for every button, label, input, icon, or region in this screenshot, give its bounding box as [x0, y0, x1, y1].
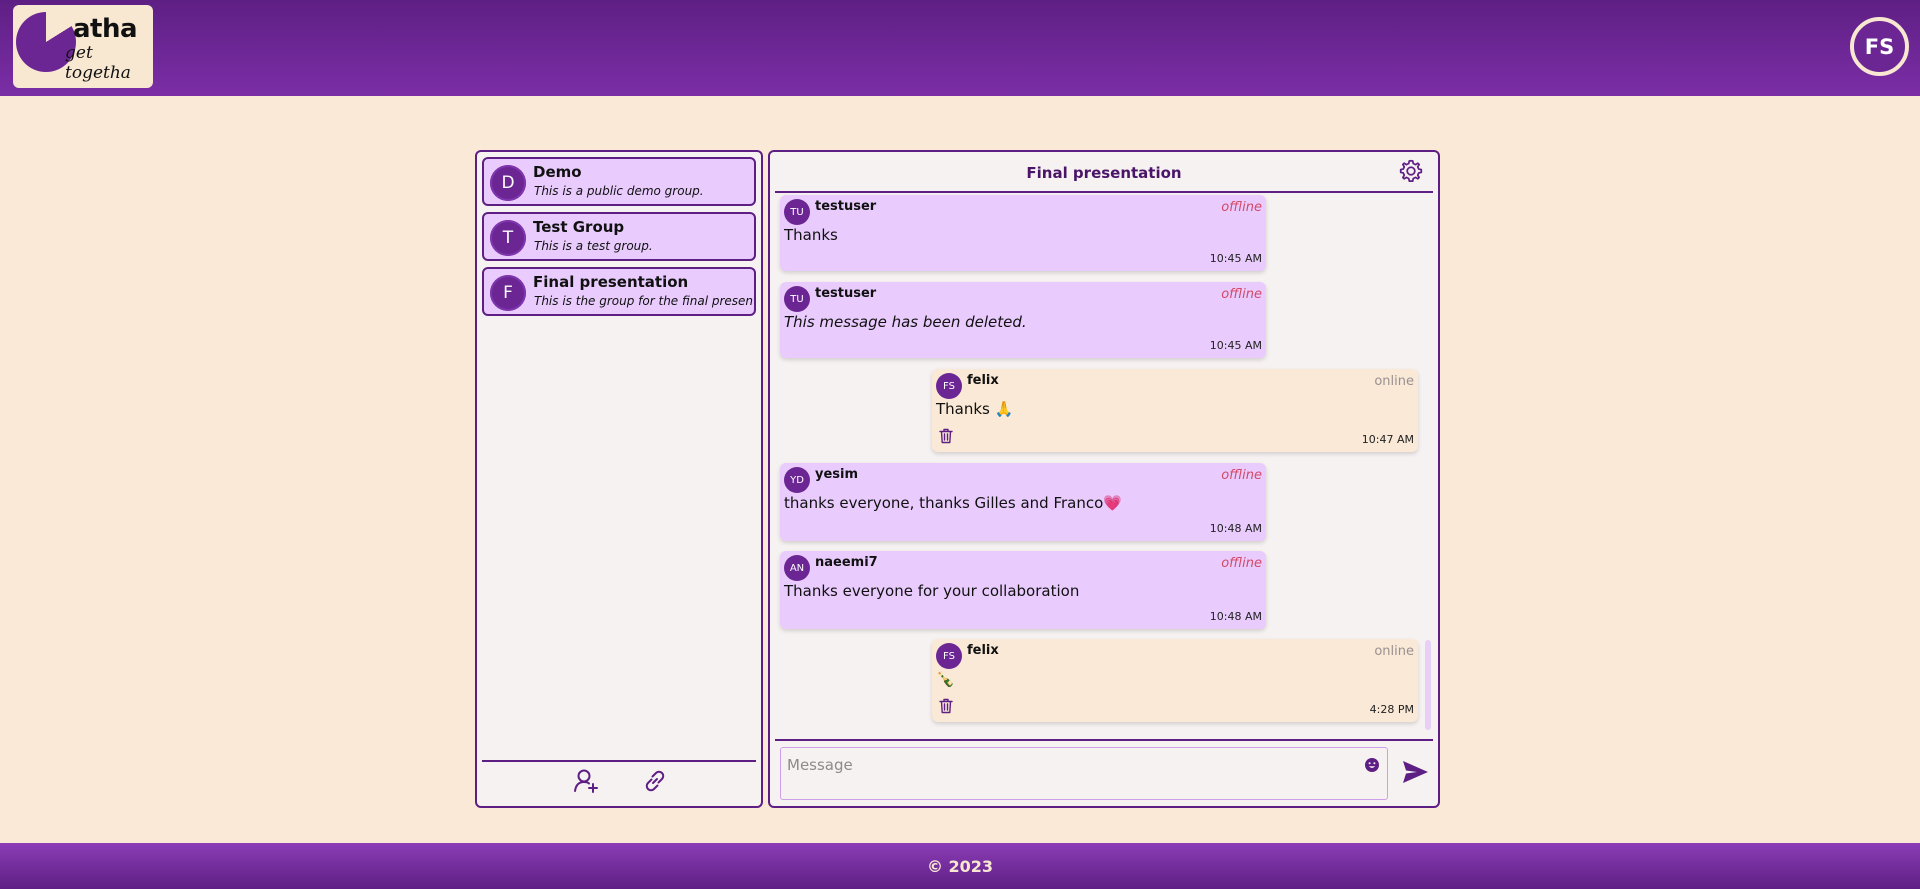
message-username: testuser [815, 286, 877, 301]
group-name: Final presentation [533, 273, 689, 291]
message-username: felix [967, 373, 999, 388]
app-header: atha get togetha FS [0, 0, 1920, 96]
footer: © 2023 [0, 843, 1920, 889]
group-item-final-presentation[interactable]: F Final presentation This is the group f… [482, 267, 756, 316]
message-status: online [1374, 374, 1414, 389]
message-item: TU testuser offline Thanks 10:45 AM [780, 195, 1266, 271]
user-avatar[interactable]: FS [1850, 17, 1909, 76]
chat-scrollbar[interactable] [1425, 640, 1431, 730]
message-status: offline [1221, 468, 1262, 483]
footer-copyright: © 2023 [926, 856, 994, 876]
group-description: This is the group for the final presenta… [534, 294, 754, 308]
message-text: Thanks [784, 226, 838, 244]
app-logo[interactable]: atha get togetha [13, 5, 153, 88]
message-avatar: YD [784, 467, 810, 493]
message-username: felix [967, 643, 999, 658]
message-box [780, 747, 1388, 800]
message-username: naeemi7 [815, 555, 878, 570]
group-name: Test Group [533, 218, 625, 236]
message-time: 10:45 AM [1209, 339, 1262, 352]
group-avatar: F [490, 275, 526, 311]
group-avatar: D [490, 165, 526, 201]
message-avatar: TU [784, 286, 810, 312]
message-time: 10:48 AM [1209, 522, 1262, 535]
message-status: offline [1221, 556, 1262, 571]
message-item: FS felix online Thanks 🙏 10:47 AM [932, 369, 1418, 452]
message-text: thanks everyone, thanks Gilles and Franc… [784, 494, 1122, 512]
group-avatar: T [490, 220, 526, 256]
message-time: 4:28 PM [1369, 703, 1414, 716]
message-time: 10:48 AM [1209, 610, 1262, 623]
message-text: 🍾 [936, 670, 955, 688]
add-member-icon[interactable] [572, 767, 600, 795]
chat-header-divider [775, 191, 1433, 193]
send-icon[interactable] [1400, 757, 1430, 787]
message-status: offline [1221, 200, 1262, 215]
message-username: testuser [815, 199, 877, 214]
message-avatar: FS [936, 373, 962, 399]
message-text: Thanks 🙏 [936, 400, 1014, 418]
chat-input-divider [775, 739, 1433, 741]
chat-title: Final presentation [1026, 164, 1182, 182]
message-item: YD yesim offline thanks everyone, thanks… [780, 463, 1266, 541]
group-item-test-group[interactable]: T Test Group This is a test group. [482, 212, 756, 261]
message-time: 10:45 AM [1209, 252, 1262, 265]
logo-tagline: get togetha [65, 43, 131, 83]
message-status: offline [1221, 287, 1262, 302]
message-avatar: TU [784, 199, 810, 225]
group-item-demo[interactable]: D Demo This is a public demo group. [482, 157, 756, 206]
group-description: This is a public demo group. [534, 184, 704, 198]
message-item: AN naeemi7 offline Thanks everyone for y… [780, 551, 1266, 629]
message-avatar: FS [936, 643, 962, 669]
groups-divider [482, 760, 756, 762]
group-name: Demo [533, 163, 582, 181]
message-item: FS felix online 🍾 4:28 PM [932, 639, 1418, 722]
link-icon[interactable] [641, 767, 669, 795]
trash-icon[interactable] [939, 428, 953, 444]
message-text: This message has been deleted. [784, 313, 1027, 331]
message-input[interactable] [781, 748, 1387, 799]
message-item: TU testuser offline This message has bee… [780, 282, 1266, 358]
groups-panel: D Demo This is a public demo group. T Te… [475, 150, 763, 808]
logo-text: atha [73, 14, 138, 44]
chat-panel: Final presentation TU testuser offline T… [768, 150, 1440, 808]
message-username: yesim [815, 467, 859, 482]
message-status: online [1374, 644, 1414, 659]
group-description: This is a test group. [534, 239, 653, 253]
trash-icon[interactable] [939, 698, 953, 714]
message-time: 10:47 AM [1361, 433, 1414, 446]
settings-gear-icon[interactable] [1398, 158, 1424, 184]
message-text: Thanks everyone for your collaboration [784, 582, 1080, 600]
message-avatar: AN [784, 555, 810, 581]
emoji-icon[interactable] [1364, 757, 1380, 773]
